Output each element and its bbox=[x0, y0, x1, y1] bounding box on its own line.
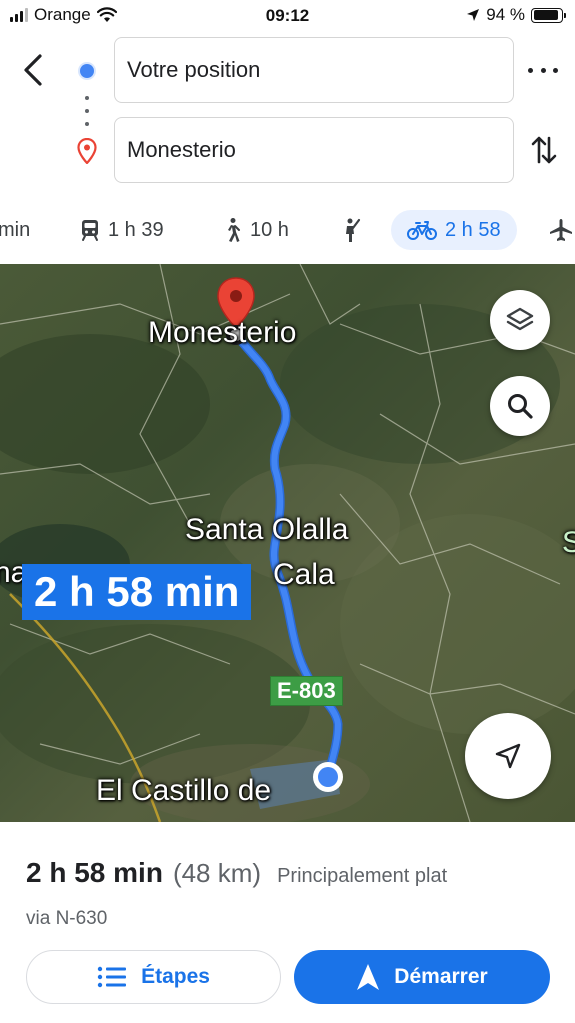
map-view[interactable]: Monesterio Santa Olalla Cala El Castillo… bbox=[0, 264, 575, 822]
status-right: 94 % bbox=[466, 5, 566, 25]
ride-hailing-icon bbox=[346, 218, 361, 242]
mode-walking-label: 10 h bbox=[250, 218, 289, 241]
summary-terrain: Principalement plat bbox=[277, 865, 448, 887]
mode-flight[interactable] bbox=[548, 210, 574, 250]
origin-dot-icon bbox=[80, 64, 94, 78]
destination-field-value: Monesterio bbox=[127, 137, 236, 162]
directions-header: Votre position Monesterio bbox=[0, 34, 575, 194]
map-label-santa-olalla: Santa Olalla bbox=[185, 513, 349, 546]
train-icon bbox=[82, 220, 98, 241]
mode-transit-label: 1 h 39 bbox=[108, 218, 164, 241]
status-bar: Orange 09:12 94 % bbox=[0, 0, 575, 34]
map-label-right-edge: S bbox=[562, 526, 575, 559]
back-arrow-icon[interactable] bbox=[18, 50, 50, 90]
search-icon bbox=[508, 394, 533, 419]
origin-marker-icon[interactable] bbox=[311, 760, 345, 794]
battery-icon bbox=[531, 7, 566, 23]
travel-mode-tabs: min 1 h 39 10 h 2 h 58 bbox=[0, 205, 575, 255]
mode-bicycle-label: 2 h 58 bbox=[445, 218, 501, 241]
location-arrow-icon bbox=[467, 9, 480, 21]
map-label-cala: Cala bbox=[273, 558, 335, 591]
road-shield-e803: E-803 bbox=[270, 676, 343, 706]
map-label-monesterio: Monesterio bbox=[148, 316, 297, 349]
destination-field[interactable]: Monesterio bbox=[114, 117, 514, 183]
bicycle-icon bbox=[407, 221, 437, 240]
more-options-icon[interactable] bbox=[528, 60, 558, 80]
mode-car-label: min bbox=[0, 218, 31, 241]
steps-button-label: Étapes bbox=[141, 965, 210, 988]
start-button[interactable]: Démarrer bbox=[294, 950, 550, 1004]
start-button-label: Démarrer bbox=[394, 965, 488, 988]
mode-bicycle[interactable]: 2 h 58 bbox=[391, 210, 517, 250]
destination-pin-icon bbox=[77, 138, 97, 164]
map-label-el-castillo: El Castillo de bbox=[96, 774, 272, 807]
route-connector-dots bbox=[85, 96, 89, 126]
layers-icon bbox=[506, 307, 534, 331]
summary-duration: 2 h 58 min bbox=[26, 857, 163, 888]
mode-car[interactable]: min bbox=[0, 210, 30, 250]
origin-field[interactable]: Votre position bbox=[114, 37, 514, 103]
mode-walking[interactable]: 10 h bbox=[222, 210, 289, 250]
layers-button[interactable] bbox=[490, 290, 550, 350]
navigate-button[interactable] bbox=[465, 713, 551, 799]
summary-via: via N-630 bbox=[26, 908, 108, 929]
plane-icon bbox=[550, 219, 572, 241]
battery-percent: 94 % bbox=[486, 5, 525, 24]
list-icon bbox=[97, 966, 127, 988]
summary-distance: (48 km) bbox=[172, 858, 262, 888]
walking-icon bbox=[228, 218, 240, 242]
search-along-route-button[interactable] bbox=[490, 376, 550, 436]
swap-arrows-icon[interactable] bbox=[530, 132, 558, 168]
route-summary-sheet: 2 h 58 min (48 km) Principalement plat v… bbox=[0, 822, 575, 1023]
route-duration-badge[interactable]: 2 h 58 min bbox=[22, 564, 252, 620]
mode-transit[interactable]: 1 h 39 bbox=[80, 210, 164, 250]
origin-field-value: Votre position bbox=[127, 57, 261, 82]
mode-ride-hailing[interactable] bbox=[340, 210, 362, 250]
navigation-start-icon bbox=[357, 964, 380, 990]
navigation-arrow-icon bbox=[495, 743, 521, 769]
route-summary: 2 h 58 min (48 km) Principalement plat bbox=[26, 857, 447, 889]
steps-button[interactable]: Étapes bbox=[26, 950, 281, 1004]
